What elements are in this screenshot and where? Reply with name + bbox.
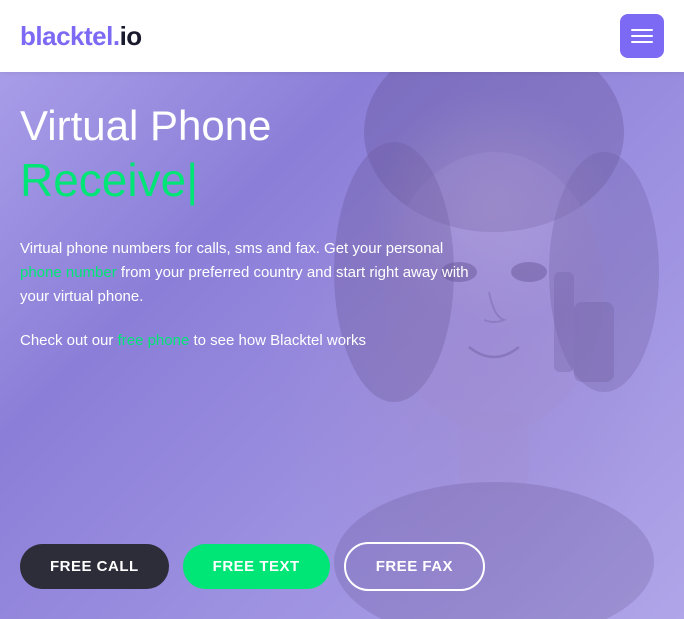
hero-check-part2: to see how Blacktel works [189,332,366,349]
free-call-button[interactable]: FREE CALL [20,544,169,589]
menu-line-1 [631,29,653,31]
hero-section: Virtual Phone Receive Virtual phone numb… [0,72,684,619]
menu-line-3 [631,41,653,43]
hero-check-part1: Check out our [20,332,118,349]
phone-number-link[interactable]: phone number [20,264,117,281]
free-text-button[interactable]: FREE TEXT [183,544,330,589]
hero-desc-part1: Virtual phone numbers for calls, sms and… [20,240,443,257]
menu-line-2 [631,35,653,37]
hero-title-line1: Virtual Phone [20,102,664,150]
free-phone-link[interactable]: free phone [118,332,190,349]
logo-purple-text: io [120,21,142,51]
free-fax-button[interactable]: FREE FAX [344,542,485,591]
logo-black-text: blacktel [20,21,113,51]
cta-button-row: FREE CALL FREE TEXT FREE FAX [20,542,485,591]
hero-title-line2: Receive [20,154,664,207]
logo-dot: . [113,21,120,51]
hero-description: Virtual phone numbers for calls, sms and… [20,237,480,309]
header: blacktel.io [0,0,684,72]
logo: blacktel.io [20,21,142,52]
menu-button[interactable] [620,14,664,58]
hero-content: Virtual Phone Receive Virtual phone numb… [0,72,684,353]
hero-check-text: Check out our free phone to see how Blac… [20,329,664,353]
